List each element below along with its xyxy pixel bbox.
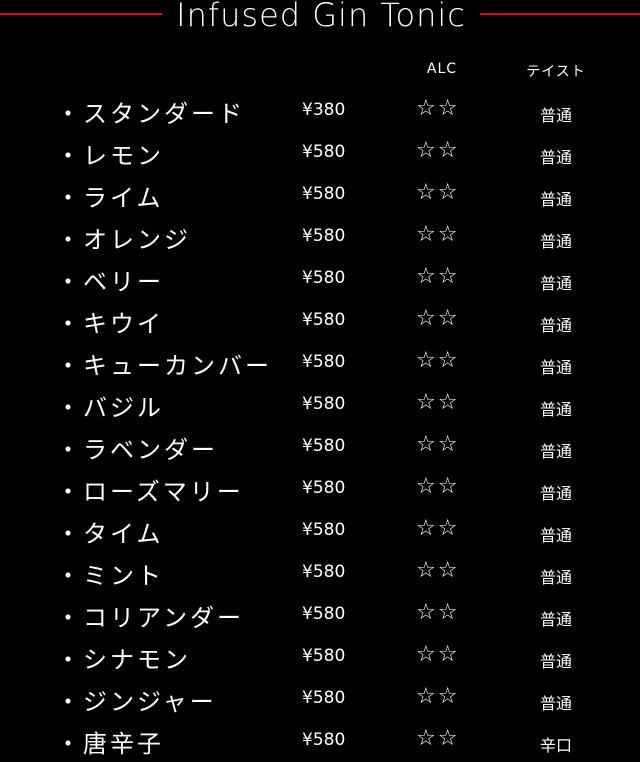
item-taste: 普通 — [539, 568, 572, 587]
menu-item: ・タイム ¥580 ☆☆ 普通 — [0, 510, 640, 552]
item-taste: 普通 — [539, 694, 572, 713]
alc-rating-stars: ☆☆ — [416, 138, 460, 163]
item-price: ¥580 — [302, 226, 346, 246]
item-name: ・レモン — [56, 142, 164, 170]
item-taste: 普通 — [539, 274, 572, 293]
item-name: ・ラベンダー — [56, 436, 218, 464]
menu-item: ・オレンジ ¥580 ☆☆ 普通 — [0, 216, 640, 258]
item-price: ¥580 — [302, 394, 346, 414]
alc-rating-stars: ☆☆ — [416, 306, 460, 331]
alc-rating-stars: ☆☆ — [416, 348, 460, 373]
item-price: ¥580 — [302, 142, 346, 162]
item-name: ・タイム — [56, 520, 164, 548]
column-header-alc: ALC — [426, 61, 458, 77]
menu-item: ・コリアンダー ¥580 ☆☆ 普通 — [0, 594, 640, 636]
menu-item: ・シナモン ¥580 ☆☆ 普通 — [0, 636, 640, 678]
menu-item: ・キウイ ¥580 ☆☆ 普通 — [0, 300, 640, 342]
item-name: ・ミント — [56, 562, 164, 590]
item-price: ¥580 — [302, 436, 346, 456]
item-taste: 普通 — [539, 400, 572, 419]
item-price: ¥580 — [302, 478, 346, 498]
alc-rating-stars: ☆☆ — [416, 558, 460, 583]
item-price: ¥580 — [302, 646, 346, 666]
menu-item: ・唐辛子 ¥580 ☆☆ 辛口 — [0, 720, 640, 762]
item-taste: 普通 — [539, 526, 572, 545]
alc-rating-stars: ☆☆ — [416, 390, 460, 415]
item-taste: 普通 — [539, 316, 572, 335]
item-name: ・コリアンダー — [56, 604, 245, 632]
menu-item: ・ライム ¥580 ☆☆ 普通 — [0, 174, 640, 216]
item-taste: 普通 — [539, 442, 572, 461]
alc-rating-stars: ☆☆ — [416, 474, 460, 499]
item-price: ¥580 — [302, 268, 346, 288]
alc-rating-stars: ☆☆ — [416, 96, 460, 121]
item-name: ・オレンジ — [56, 226, 191, 254]
item-name: ・キウイ — [56, 310, 164, 338]
title-divider-right — [480, 13, 640, 15]
item-price: ¥580 — [302, 352, 346, 372]
item-taste: 普通 — [539, 358, 572, 377]
item-taste: 普通 — [539, 652, 572, 671]
item-price: ¥580 — [302, 688, 346, 708]
menu-list: ・スタンダード ¥380 ☆☆ 普通 ・レモン ¥580 ☆☆ 普通 ・ライム … — [0, 90, 640, 762]
column-header-taste: テイスト — [526, 64, 586, 80]
item-price: ¥580 — [302, 562, 346, 582]
menu-header: Infused Gin Tonic — [0, 0, 640, 34]
item-taste: 普通 — [539, 148, 572, 167]
item-taste: 普通 — [539, 106, 572, 125]
item-name: ・ジンジャー — [56, 688, 217, 716]
menu-item: ・スタンダード ¥380 ☆☆ 普通 — [0, 90, 640, 132]
item-taste: 普通 — [539, 190, 572, 209]
item-price: ¥580 — [302, 520, 346, 540]
item-name: ・スタンダード — [56, 100, 245, 128]
item-name: ・バジル — [56, 394, 164, 422]
alc-rating-stars: ☆☆ — [416, 222, 460, 247]
alc-rating-stars: ☆☆ — [416, 600, 460, 625]
item-price: ¥580 — [302, 310, 346, 330]
menu-item: ・ジンジャー ¥580 ☆☆ 普通 — [0, 678, 640, 720]
alc-rating-stars: ☆☆ — [416, 684, 460, 709]
menu-item: ・バジル ¥580 ☆☆ 普通 — [0, 384, 640, 426]
menu-item: ・キューカンバー ¥580 ☆☆ 普通 — [0, 342, 640, 384]
menu-title: Infused Gin Tonic — [176, 0, 466, 34]
menu-item: ・ベリー ¥580 ☆☆ 普通 — [0, 258, 640, 300]
menu-item: ・ローズマリー ¥580 ☆☆ 普通 — [0, 468, 640, 510]
title-divider-left — [0, 13, 162, 15]
item-taste: 普通 — [539, 484, 572, 503]
item-name: ・ローズマリー — [56, 478, 244, 506]
menu-item: ・レモン ¥580 ☆☆ 普通 — [0, 132, 640, 174]
menu-item: ・ラベンダー ¥580 ☆☆ 普通 — [0, 426, 640, 468]
alc-rating-stars: ☆☆ — [416, 432, 460, 457]
item-name: ・ライム — [56, 184, 164, 212]
item-price: ¥380 — [302, 100, 346, 120]
item-price: ¥580 — [302, 184, 346, 204]
menu-item: ・ミント ¥580 ☆☆ 普通 — [0, 552, 640, 594]
alc-rating-stars: ☆☆ — [416, 726, 460, 751]
item-taste: 普通 — [539, 232, 572, 251]
item-name: ・ベリー — [56, 268, 164, 296]
alc-rating-stars: ☆☆ — [416, 516, 460, 541]
item-price: ¥580 — [302, 604, 346, 624]
alc-rating-stars: ☆☆ — [416, 180, 460, 205]
item-taste: 普通 — [539, 610, 572, 629]
item-taste: 辛口 — [539, 736, 572, 755]
alc-rating-stars: ☆☆ — [416, 264, 460, 289]
item-name: ・シナモン — [56, 646, 191, 674]
alc-rating-stars: ☆☆ — [416, 642, 460, 667]
item-name: ・キューカンバー — [56, 352, 272, 380]
item-price: ¥580 — [302, 730, 346, 750]
